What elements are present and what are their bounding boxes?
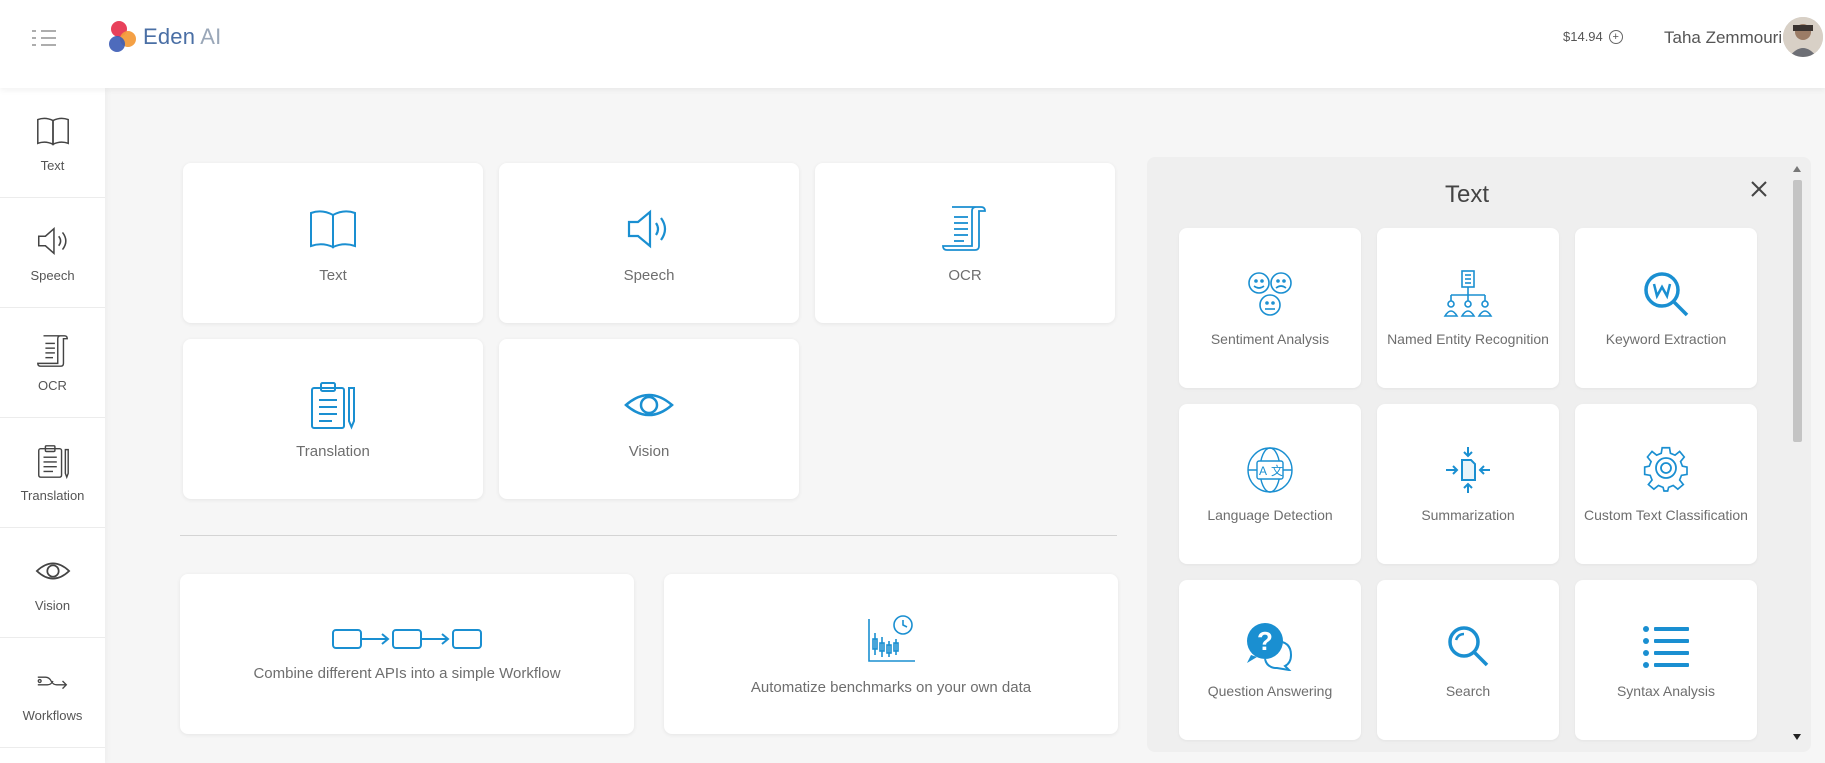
- sidebar-item-ocr[interactable]: OCR: [0, 308, 105, 418]
- benchmark-chart-clock-icon: [868, 614, 915, 662]
- workflow-chain-icon: [332, 628, 482, 649]
- category-card-translation[interactable]: Translation: [183, 339, 483, 499]
- category-label: Translation: [296, 442, 370, 460]
- sidebar-item-label: Vision: [34, 598, 71, 613]
- scroll-down-arrow-icon[interactable]: [1793, 734, 1801, 740]
- workflow-arrows-icon: [37, 676, 67, 690]
- category-card-vision[interactable]: Vision: [499, 339, 799, 499]
- sidebar-item-speech[interactable]: Speech: [0, 198, 105, 308]
- globe-translate-icon: A 文: [1247, 447, 1293, 493]
- scroll-document-icon: [36, 335, 68, 367]
- speaker-icon: [37, 226, 67, 256]
- category-label: Vision: [628, 442, 670, 460]
- feature-label: Search: [1445, 683, 1491, 699]
- feature-label: Question Answering: [1207, 683, 1333, 699]
- book-icon: [36, 117, 69, 146]
- scroll-document-icon: [942, 205, 986, 251]
- feature-label: Language Detection: [1207, 507, 1333, 523]
- add-credit-icon[interactable]: +: [1608, 29, 1623, 44]
- compress-document-icon: [1446, 447, 1490, 493]
- section-divider: [180, 535, 1117, 536]
- feature-label: Custom Text Classification: [1584, 507, 1748, 523]
- eye-icon: [35, 562, 70, 580]
- eye-icon: [624, 393, 674, 416]
- feature-label: Summarization: [1421, 507, 1515, 523]
- category-label: Text: [319, 266, 347, 284]
- sidebar-item-vision[interactable]: Vision: [0, 528, 105, 638]
- speaker-icon: [627, 209, 667, 248]
- feature-label: Syntax Analysis: [1616, 683, 1716, 699]
- eden-ai-logo[interactable]: Eden AI: [108, 20, 221, 54]
- balance-value: $14.94: [1563, 29, 1603, 44]
- sidebar-item-label: OCR: [38, 378, 67, 393]
- list-icon: [1643, 626, 1689, 668]
- emoji-faces-icon: [1248, 272, 1292, 316]
- left-sidebar: Text Speech OCR Translation Vision Workf…: [0, 88, 105, 763]
- feature-label: Keyword Extraction: [1605, 331, 1727, 347]
- logo-mark-icon: [108, 20, 140, 54]
- feature-card-named-entity-recognition[interactable]: Named Entity Recognition: [1377, 228, 1559, 388]
- question-chat-icon: ?: [1247, 623, 1293, 671]
- keyword-search-icon: [1644, 272, 1689, 317]
- category-card-ocr[interactable]: OCR: [815, 163, 1115, 323]
- sidebar-item-text[interactable]: Text: [0, 88, 105, 198]
- user-avatar[interactable]: [1783, 17, 1823, 57]
- feature-label: Sentiment Analysis: [1210, 331, 1330, 347]
- user-name[interactable]: Taha Zemmouri: [1664, 28, 1782, 48]
- svg-text:文: 文: [1271, 463, 1283, 478]
- workflow-card[interactable]: Combine different APIs into a simple Wor…: [180, 574, 634, 734]
- account-balance[interactable]: $14.94 +: [1563, 29, 1623, 44]
- scroll-up-arrow-icon[interactable]: [1793, 166, 1801, 172]
- close-icon[interactable]: [1747, 177, 1771, 201]
- sidebar-item-label: Speech: [30, 268, 75, 283]
- scroll-thumb[interactable]: [1793, 180, 1802, 442]
- category-label: OCR: [948, 266, 982, 284]
- feature-card-question-answering[interactable]: ? Question Answering: [1179, 580, 1361, 740]
- feature-card-search[interactable]: Search: [1377, 580, 1559, 740]
- gear-icon: [1643, 446, 1688, 492]
- sidebar-item-label: Workflows: [22, 708, 83, 723]
- sidebar-item-label: Translation: [20, 488, 85, 503]
- category-card-text[interactable]: Text: [183, 163, 483, 323]
- category-card-speech[interactable]: Speech: [499, 163, 799, 323]
- feature-card-language-detection[interactable]: A 文 Language Detection: [1179, 404, 1361, 564]
- category-label: Speech: [623, 266, 675, 284]
- sidebar-item-translation[interactable]: Translation: [0, 418, 105, 528]
- clipboard-icon: [311, 381, 355, 430]
- clipboard-icon: [37, 445, 69, 480]
- feature-card-syntax-analysis[interactable]: Syntax Analysis: [1575, 580, 1757, 740]
- workflow-card-label: Combine different APIs into a simple Wor…: [253, 664, 561, 682]
- org-chart-icon: [1443, 270, 1493, 317]
- feature-card-custom-text-classification[interactable]: Custom Text Classification: [1575, 404, 1757, 564]
- sidebar-item-label: Text: [40, 158, 65, 173]
- text-features-panel: Text Sentiment Analysis Named Entity Rec…: [1147, 157, 1811, 752]
- panel-scrollbar[interactable]: [1790, 160, 1804, 745]
- svg-text:?: ?: [1257, 626, 1273, 656]
- top-header: Eden AI $14.94 + Taha Zemmouri: [0, 0, 1825, 88]
- book-icon: [310, 209, 356, 249]
- feature-card-summarization[interactable]: Summarization: [1377, 404, 1559, 564]
- feature-card-sentiment-analysis[interactable]: Sentiment Analysis: [1179, 228, 1361, 388]
- feature-card-keyword-extraction[interactable]: Keyword Extraction: [1575, 228, 1757, 388]
- feature-label: Named Entity Recognition: [1387, 331, 1549, 347]
- sidebar-item-workflows[interactable]: Workflows: [0, 638, 105, 748]
- svg-text:A: A: [1259, 464, 1267, 478]
- panel-title: Text: [1444, 181, 1489, 208]
- search-icon: [1448, 626, 1489, 667]
- benchmark-card-label: Automatize benchmarks on your own data: [750, 678, 1032, 696]
- logo-text: Eden AI: [143, 24, 222, 49]
- menu-toggle-icon[interactable]: [30, 28, 58, 48]
- benchmark-card[interactable]: Automatize benchmarks on your own data: [664, 574, 1118, 734]
